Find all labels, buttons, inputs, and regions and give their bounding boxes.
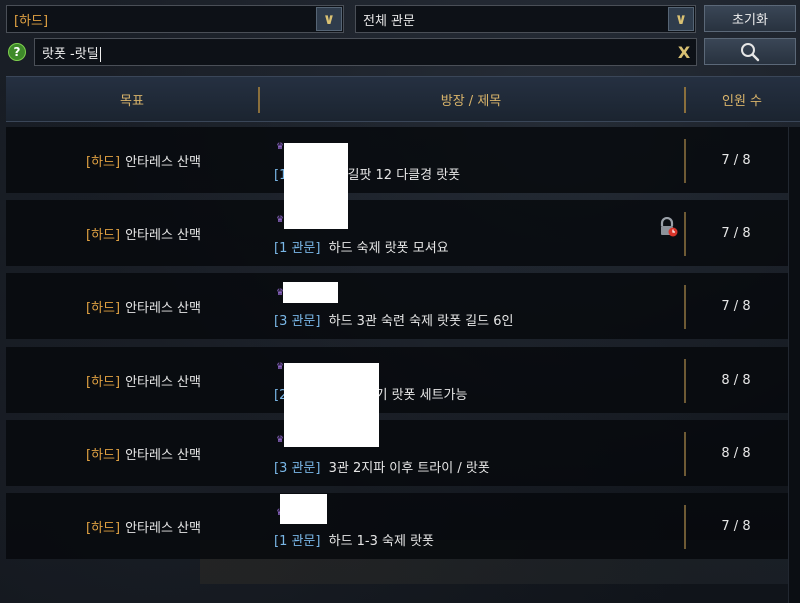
row-title-text: 길팟 12 다클경 랏폿 [347,168,461,183]
difficulty-dropdown[interactable]: [하드] ∨ [6,5,344,33]
leader-crown-icon: ♛ [276,435,285,445]
row-count: 7 / 8 [721,225,751,241]
row-goal: [하드] 안타레스 산맥 [6,347,256,413]
table-row[interactable]: [하드] 안타레스 산맥 ♛ [2 기 랏폿 세트가능 8 / 8 [6,347,788,447]
leader-crown-icon: ♛ [276,362,285,372]
leader-crown-icon: ♛ [276,215,285,225]
row-difficulty: [하드] [86,374,121,390]
locked-room-icon [660,217,678,237]
row-title: [1 관문] 하드 숙제 랏폿 모셔요 [274,237,449,256]
row-count: 8 / 8 [721,445,751,461]
row-count: 7 / 8 [721,152,751,168]
chevron-down-icon[interactable]: ∨ [316,7,342,31]
row-raid: 안타레스 산맥 [125,227,201,243]
row-title: [3 관문] 하드 3관 숙련 숙제 랏폿 길드 6인 [274,310,513,329]
row-title-text: 3관 2지파 이후 트라이 / 랏폿 [328,461,490,476]
redacted-leader-name [284,143,348,229]
row-count: 7 / 8 [721,298,751,314]
leader-crown-icon: ♛ [276,142,285,152]
row-goal: [하드] 안타레스 산맥 [6,127,256,193]
row-gate: [3 관문] [274,314,321,329]
row-gate: [1 관문] [274,534,321,549]
search-button[interactable] [704,38,796,65]
table-row[interactable]: [하드] 안타레스 산맥 ♛ [3 관문] 3관 2지파 이후 트라이 / 랏폿… [6,420,788,486]
column-header-count[interactable]: 인원 수 [684,77,800,121]
row-count: 7 / 8 [721,518,751,534]
row-count: 8 / 8 [721,372,751,388]
column-header-title[interactable]: 방장 / 제목 [258,77,684,121]
row-raid: 안타레스 산맥 [125,300,201,316]
redacted-leader-name [284,363,379,447]
row-goal: [하드] 안타레스 산맥 [6,200,256,266]
clear-icon[interactable]: X [672,43,696,62]
search-icon [741,42,760,61]
row-gate: [1 관문] [274,241,321,256]
row-raid: 안타레스 산맥 [125,520,201,536]
gate-value: 전체 관문 [363,13,415,29]
text-caret [99,46,101,62]
chevron-down-icon[interactable]: ∨ [668,7,694,31]
row-difficulty: [하드] [86,227,121,243]
help-icon[interactable]: ? [8,43,26,61]
row-title-text: 하드 3관 숙련 숙제 랏폿 길드 6인 [328,314,514,329]
list-scrollbar[interactable] [788,127,800,603]
row-title-text: 기 랏폿 세트가능 [375,388,468,403]
row-difficulty: [하드] [86,300,121,316]
row-difficulty: [하드] [86,520,121,536]
row-goal: [하드] 안타레스 산맥 [6,420,256,486]
table-header: 목표 방장 / 제목 인원 수 [6,76,800,122]
row-title: [1 관문] 하드 1-3 숙제 랏폿 [274,530,434,549]
row-goal: [하드] 안타레스 산맥 [6,493,256,559]
table-row[interactable]: [하드] 안타레스 산맥 ♛ [1 관문] 하드 1-3 숙제 랏폿 7 / 8 [6,493,788,559]
filter-bar: [하드] ∨ 전체 관문 ∨ 초기화 ? 랏폿 -랏딜 X [6,5,796,69]
row-title-text: 하드 숙제 랏폿 모셔요 [328,241,449,256]
row-title-text: 하드 1-3 숙제 랏폿 [328,534,434,549]
redacted-leader-name [283,282,338,303]
row-raid: 안타레스 산맥 [125,154,201,170]
redacted-leader-name [280,494,327,524]
row-difficulty: [하드] [86,154,121,170]
table-row[interactable]: [하드] 안타레스 산맥 ♛ [1 관문] 하드 숙제 랏폿 모셔요 7 / 8 [6,200,788,266]
table-row[interactable]: [하드] 안타레스 산맥 ♛ [3 관문] 하드 3관 숙련 숙제 랏폿 길드 … [6,273,788,339]
row-goal: [하드] 안타레스 산맥 [6,273,256,339]
table-row[interactable]: [하드] 안타레스 산맥 ♛ [1 길팟 12 다클경 랏폿 7 / 8 [6,127,788,229]
column-header-goal[interactable]: 목표 [6,77,258,121]
row-raid: 안타레스 산맥 [125,447,201,463]
search-value[interactable]: 랏폿 -랏딜 [42,43,672,62]
difficulty-value: [하드] [14,13,49,29]
search-input[interactable]: 랏폿 -랏딜 X [34,38,697,66]
row-title: [3 관문] 3관 2지파 이후 트라이 / 랏폿 [274,457,490,476]
row-difficulty: [하드] [86,447,121,463]
reset-button[interactable]: 초기화 [704,5,796,32]
row-raid: 안타레스 산맥 [125,374,201,390]
gate-dropdown[interactable]: 전체 관문 ∨ [355,5,696,33]
row-gate: [3 관문] [274,461,321,476]
